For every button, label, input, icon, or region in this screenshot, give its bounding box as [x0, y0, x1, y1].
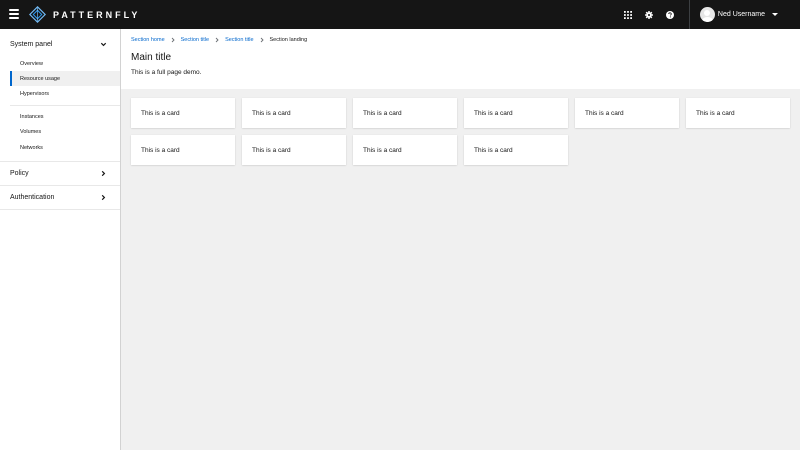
- card: This is a card: [242, 98, 346, 128]
- masthead: PATTERNFLY Ned Username: [0, 0, 800, 29]
- sidebar-item-volumes[interactable]: Volumes: [10, 124, 120, 139]
- sidebar-item-label: Hypervisors: [20, 90, 50, 97]
- card-body: This is a card: [474, 109, 513, 117]
- breadcrumb-current: Section landing: [269, 37, 308, 43]
- grid-icon: [624, 10, 633, 19]
- nav-group-divider: [0, 209, 120, 210]
- page-title: Main title: [131, 52, 172, 63]
- card: This is a card: [242, 135, 346, 165]
- card: This is a card: [464, 135, 568, 165]
- card: This is a card: [353, 98, 457, 128]
- card-body: This is a card: [252, 146, 291, 154]
- card-body: This is a card: [585, 109, 624, 117]
- brand-name: PATTERNFLY: [53, 9, 141, 20]
- menu-toggle-icon[interactable]: [9, 9, 19, 19]
- nav-divider: [10, 105, 120, 106]
- sidebar-item-label: Resource usage: [20, 75, 61, 82]
- breadcrumb-link-section-home[interactable]: Section home: [131, 37, 165, 43]
- card: This is a card: [131, 98, 235, 128]
- patternfly-logo-icon: [29, 6, 46, 23]
- nav-group-policy[interactable]: Policy: [0, 162, 120, 184]
- gear-icon: [645, 10, 654, 19]
- user-menu-toggle[interactable]: Ned Username: [690, 0, 800, 29]
- card: This is a card: [686, 98, 790, 128]
- card-body: This is a card: [696, 109, 735, 117]
- sidebar-item-hypervisors[interactable]: Hypervisors: [10, 86, 120, 101]
- avatar: [699, 7, 715, 22]
- nav-group-authentication[interactable]: Authentication: [0, 186, 120, 208]
- settings-button[interactable]: [639, 0, 659, 29]
- brand-logo[interactable]: PATTERNFLY: [29, 5, 140, 24]
- sidebar-item-networks[interactable]: Networks: [10, 140, 120, 155]
- help-button[interactable]: [660, 0, 680, 29]
- chevron-down-icon: [772, 13, 778, 16]
- chevron-right-icon: [101, 170, 106, 177]
- masthead-tools: Ned Username: [618, 0, 800, 29]
- sidebar: System panel Overview Resource usage Hyp…: [0, 29, 121, 450]
- card: This is a card: [575, 98, 679, 128]
- card-body: This is a card: [141, 146, 180, 154]
- card: This is a card: [353, 135, 457, 165]
- nav-group-system-panel[interactable]: System panel: [0, 33, 120, 55]
- card-body: This is a card: [141, 109, 180, 117]
- card-body: This is a card: [363, 146, 402, 154]
- chevron-right-icon: [215, 37, 219, 43]
- sidebar-item-overview[interactable]: Overview: [10, 56, 120, 71]
- help-icon: [666, 10, 675, 19]
- card: This is a card: [464, 98, 568, 128]
- chevron-down-icon: [100, 42, 107, 47]
- page-description: This is a full page demo.: [131, 69, 202, 76]
- card-body: This is a card: [252, 109, 291, 117]
- card-body: This is a card: [363, 109, 402, 117]
- chevron-right-icon: [101, 194, 106, 201]
- sidebar-item-label: Volumes: [20, 128, 42, 135]
- sidebar-item-instances[interactable]: Instances: [10, 109, 120, 124]
- chevron-right-icon: [171, 37, 175, 43]
- chevron-right-icon: [260, 37, 264, 43]
- app-launcher-button[interactable]: [618, 0, 638, 29]
- card-body: This is a card: [474, 146, 513, 154]
- sidebar-item-label: Overview: [20, 60, 43, 67]
- card: This is a card: [131, 135, 235, 165]
- sidebar-item-label: Networks: [20, 144, 43, 151]
- sidebar-item-label: Instances: [20, 113, 44, 120]
- user-name: Ned Username: [717, 11, 765, 18]
- nav-group-label: Policy: [10, 169, 29, 177]
- page-header: Section home Section title Section title…: [121, 29, 800, 89]
- breadcrumb-link-section-title[interactable]: Section title: [181, 37, 209, 43]
- nav-group-label: Authentication: [10, 193, 55, 201]
- sidebar-item-resource-usage[interactable]: Resource usage: [10, 71, 120, 86]
- breadcrumb-link-section-title[interactable]: Section title: [225, 37, 253, 43]
- breadcrumb: Section home Section title Section title…: [131, 37, 307, 43]
- nav-group-label: System panel: [10, 40, 53, 48]
